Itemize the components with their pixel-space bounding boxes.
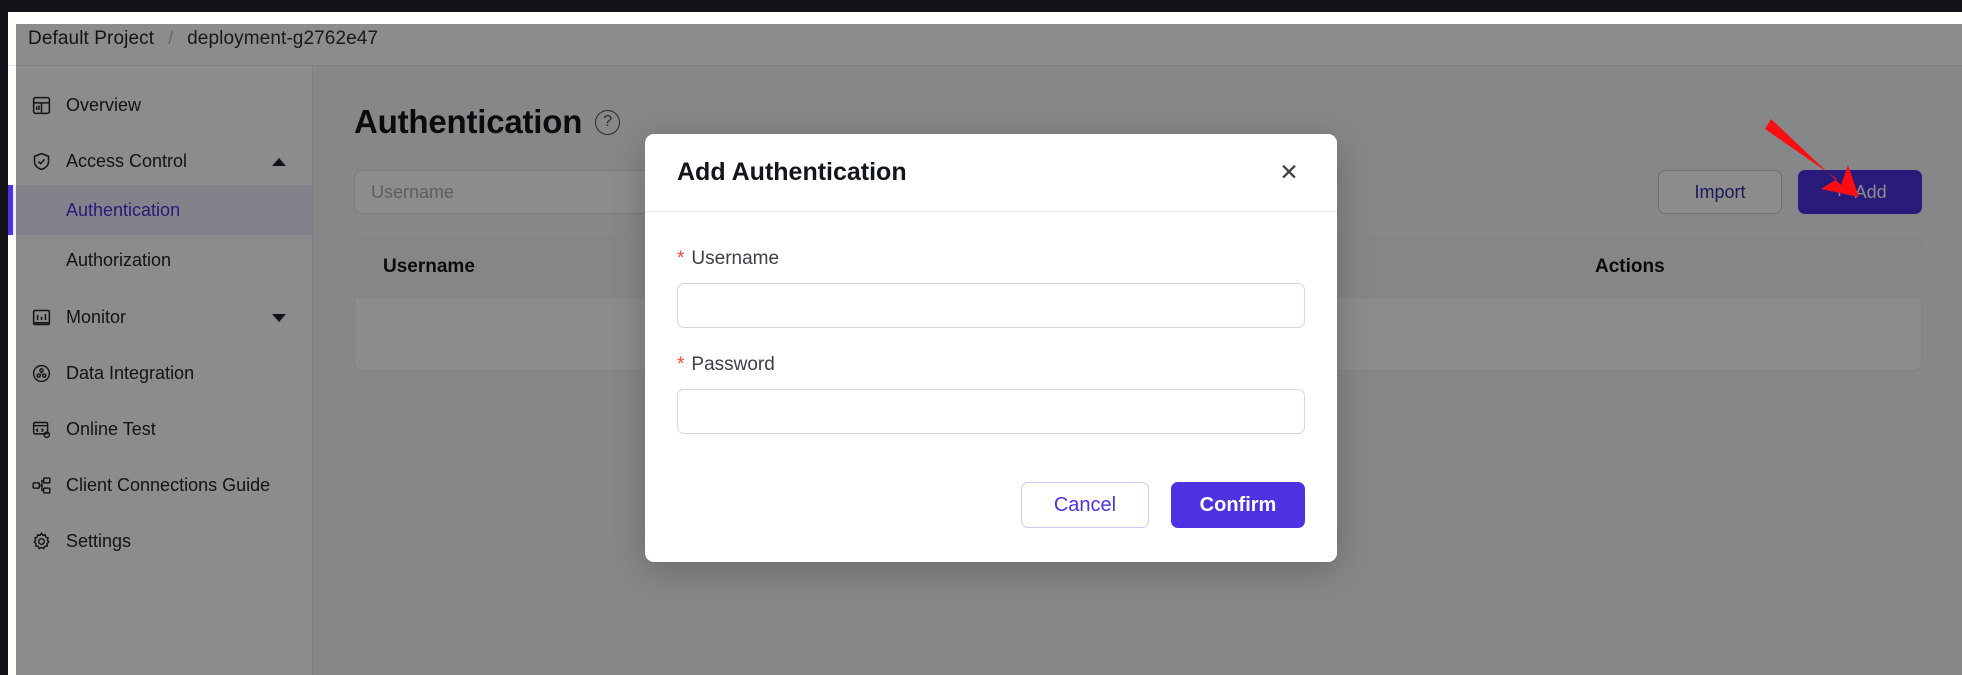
- dialog-title: Add Authentication: [677, 158, 907, 186]
- required-marker: *: [677, 248, 685, 269]
- app-viewport: Default Project / deployment-g2762e47 Ov…: [8, 12, 1962, 675]
- dialog-header: Add Authentication ✕: [645, 134, 1337, 212]
- app-window: Default Project / deployment-g2762e47 Ov…: [0, 0, 1962, 675]
- confirm-button-label: Confirm: [1199, 493, 1277, 516]
- field-label-text: Password: [691, 354, 775, 375]
- confirm-button[interactable]: Confirm: [1171, 482, 1305, 528]
- password-input[interactable]: [677, 389, 1305, 434]
- add-authentication-dialog: Add Authentication ✕ * Username * Passwo…: [645, 134, 1337, 562]
- dialog-body: * Username * Password: [645, 212, 1337, 470]
- username-input[interactable]: [677, 283, 1305, 328]
- field-password-label: * Password: [677, 354, 1305, 376]
- dialog-footer: Cancel Confirm: [645, 470, 1337, 562]
- required-marker: *: [677, 354, 685, 375]
- field-password: * Password: [677, 354, 1305, 434]
- cancel-button[interactable]: Cancel: [1021, 482, 1149, 528]
- cancel-button-label: Cancel: [1053, 493, 1117, 516]
- close-icon[interactable]: ✕: [1275, 159, 1303, 187]
- field-username-label: * Username: [677, 248, 1305, 270]
- field-username: * Username: [677, 248, 1305, 328]
- field-label-text: Username: [691, 248, 780, 269]
